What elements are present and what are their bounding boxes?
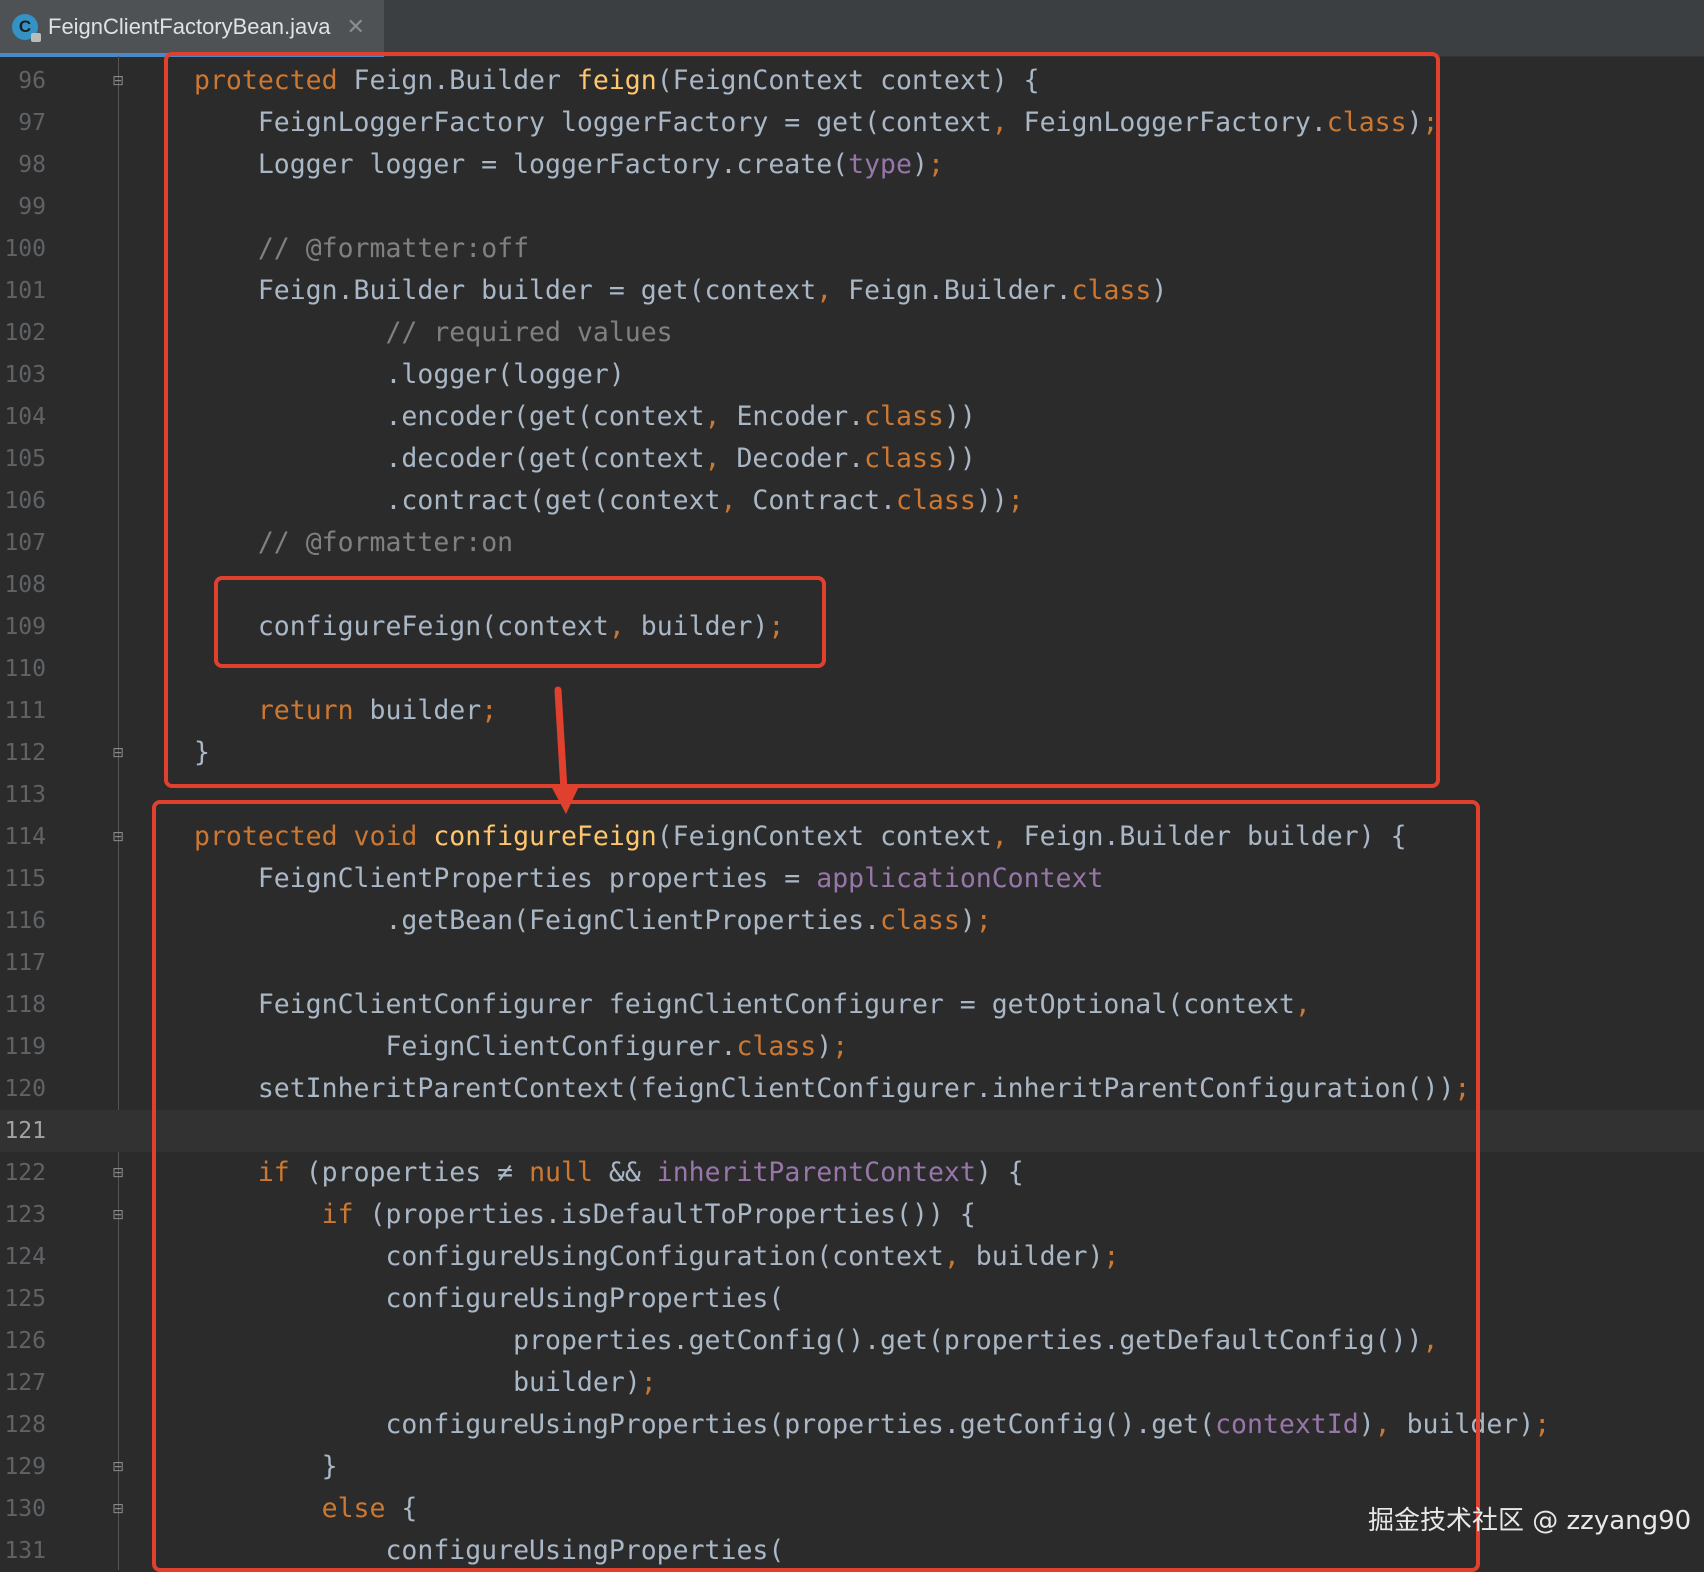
line-number: 112 (4, 740, 46, 766)
highlight-box-configure-call (214, 576, 826, 668)
line-number: 120 (4, 1076, 46, 1102)
line-number: 125 (4, 1286, 46, 1312)
line-number: 128 (4, 1412, 46, 1438)
line-number: 108 (4, 572, 46, 598)
line-number: 115 (4, 866, 46, 892)
line-number: 96 (18, 68, 46, 94)
highlight-box-feign-method (164, 52, 1440, 788)
line-number: 105 (4, 446, 46, 472)
line-number: 119 (4, 1034, 46, 1060)
line-number: 129 (4, 1454, 46, 1480)
line-number: 126 (4, 1328, 46, 1354)
fold-open-icon[interactable]: ⊟ (110, 1207, 126, 1223)
fold-open-icon[interactable]: ⊟ (110, 1501, 126, 1517)
editor-tab-bar: C FeignClientFactoryBean.java ✕ (0, 0, 1704, 57)
line-number: 111 (4, 698, 46, 724)
arrow-annotation (550, 686, 580, 814)
fold-close-icon[interactable]: ⊟ (110, 1459, 126, 1475)
fold-open-icon[interactable]: ⊟ (110, 73, 126, 89)
line-number: 100 (4, 236, 46, 262)
line-number: 113 (4, 782, 46, 808)
java-class-icon: C (12, 13, 41, 42)
tab-title: FeignClientFactoryBean.java (48, 13, 331, 39)
line-number: 109 (4, 614, 46, 640)
line-number: 106 (4, 488, 46, 514)
line-number: 97 (18, 110, 46, 136)
line-number: 110 (4, 656, 46, 682)
line-number: 117 (4, 950, 46, 976)
watermark: 掘金技术社区 @ zzyang90 (1368, 1506, 1692, 1536)
fold-open-icon[interactable]: ⊟ (110, 829, 126, 845)
line-number: 131 (4, 1538, 46, 1564)
line-number: 127 (4, 1370, 46, 1396)
file-tab[interactable]: C FeignClientFactoryBean.java ✕ (0, 0, 384, 57)
line-number: 123 (4, 1202, 46, 1228)
line-number: 104 (4, 404, 46, 430)
close-icon[interactable]: ✕ (346, 14, 364, 40)
fold-close-icon[interactable]: ⊟ (110, 745, 126, 761)
line-number: 118 (4, 992, 46, 1018)
highlight-box-configure-method (152, 800, 1480, 1572)
line-number: 107 (4, 530, 46, 556)
fold-open-icon[interactable]: ⊟ (110, 1165, 126, 1181)
line-number: 116 (4, 908, 46, 934)
line-number: 124 (4, 1244, 46, 1270)
line-number: 130 (4, 1496, 46, 1522)
line-number: 98 (18, 152, 46, 178)
line-number: 99 (18, 194, 46, 220)
line-number: 102 (4, 320, 46, 346)
line-number: 122 (4, 1160, 46, 1186)
line-number: 103 (4, 362, 46, 388)
line-number: 101 (4, 278, 46, 304)
line-number: 114 (4, 824, 46, 850)
line-number: 121 (4, 1118, 46, 1144)
